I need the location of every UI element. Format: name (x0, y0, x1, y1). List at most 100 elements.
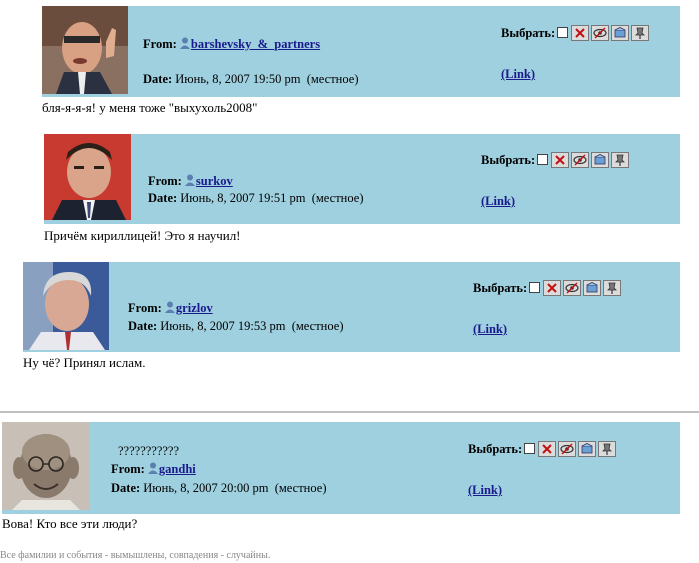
user-name: gandhi (158, 462, 196, 476)
post-date: Date: Июнь, 8, 2007 19:51 pm (местное) (148, 190, 363, 206)
date-label: Date: (128, 319, 158, 333)
from-label: From: (143, 37, 177, 51)
delete-icon (542, 444, 552, 454)
post-message: Вова! Кто все эти люди? (2, 516, 138, 531)
timezone-label: (местное) (274, 481, 327, 495)
post-message: бля-я-я-я! у меня тоже "выхухоль2008" (42, 100, 258, 115)
move-icon (614, 27, 626, 38)
post-header-bar (2, 422, 680, 514)
avatar (23, 262, 109, 350)
delete-button[interactable] (571, 25, 590, 41)
delete-icon (547, 283, 557, 293)
date-value: Июнь, 8, 2007 19:50 pm (175, 72, 301, 86)
delete-button[interactable] (538, 441, 557, 457)
select-label: Выбрать: (473, 281, 528, 295)
post-meta: From: surkov (148, 173, 233, 189)
post-link-block: (Link) (481, 194, 515, 209)
move-button[interactable] (591, 152, 610, 168)
pin-icon (602, 443, 613, 455)
pin-button[interactable] (631, 25, 650, 41)
select-label: Выбрать: (501, 26, 556, 40)
move-button[interactable] (578, 441, 597, 457)
hide-button[interactable] (571, 152, 590, 168)
disclaimer: Все фамилии и события - вымышлены, совпа… (0, 550, 271, 561)
user-link[interactable]: barshevsky_&_partners (179, 37, 321, 51)
timezone-label: (местное) (291, 319, 344, 333)
hide-icon (565, 282, 579, 294)
date-value: Июнь, 8, 2007 20:00 pm (143, 481, 269, 495)
post-link-block: (Link) (473, 322, 507, 337)
select-label: Выбрать: (481, 153, 536, 167)
post-meta: From: gandhi (111, 461, 196, 477)
select-checkbox[interactable] (557, 27, 569, 38)
post-message: Причём кириллицей! Это я научил! (44, 228, 241, 243)
delete-button[interactable] (543, 280, 562, 296)
post-actions: Выбрать: (468, 441, 618, 457)
move-button[interactable] (583, 280, 602, 296)
post-link[interactable]: (Link) (481, 194, 515, 208)
post-date: Date: Июнь, 8, 2007 19:50 pm (местное) (143, 71, 358, 87)
select-checkbox[interactable] (537, 154, 549, 165)
pin-icon (635, 27, 646, 39)
user-link[interactable]: gandhi (147, 462, 196, 476)
select-checkbox[interactable] (529, 282, 541, 293)
post-actions: Выбрать: (481, 152, 631, 168)
post-link-block: (Link) (468, 483, 502, 498)
user-link[interactable]: surkov (184, 174, 233, 188)
post-date: Date: Июнь, 8, 2007 19:53 pm (местное) (128, 318, 343, 334)
divider (0, 411, 699, 413)
from-label: From: (128, 301, 162, 315)
select-checkbox[interactable] (524, 443, 536, 454)
user-name: barshevsky_&_partners (190, 37, 321, 51)
hide-button[interactable] (563, 280, 582, 296)
post-header-bar (44, 134, 680, 224)
hide-icon (593, 27, 607, 39)
select-label: Выбрать: (468, 442, 523, 456)
post-date: Date: Июнь, 8, 2007 20:00 pm (местное) (111, 480, 326, 496)
from-label: From: (148, 174, 182, 188)
post-meta: From: barshevsky_&_partners (143, 36, 320, 52)
delete-icon (575, 28, 585, 38)
user-icon (164, 301, 175, 313)
hide-button[interactable] (558, 441, 577, 457)
extra-text: ??????????? (118, 444, 180, 458)
hide-button[interactable] (591, 25, 610, 41)
date-label: Date: (143, 72, 173, 86)
from-label: From: (111, 462, 145, 476)
hide-icon (573, 154, 587, 166)
move-icon (586, 282, 598, 293)
user-name: grizlov (175, 301, 213, 315)
pin-button[interactable] (611, 152, 630, 168)
timezone-label: (местное) (306, 72, 359, 86)
date-label: Date: (111, 481, 141, 495)
pin-button[interactable] (598, 441, 617, 457)
post-meta: From: grizlov (128, 300, 213, 316)
delete-button[interactable] (551, 152, 570, 168)
date-label: Date: (148, 191, 178, 205)
post-header-bar (42, 6, 680, 97)
user-icon (184, 174, 195, 186)
user-link[interactable]: grizlov (164, 301, 213, 315)
user-icon (147, 462, 158, 474)
post-link[interactable]: (Link) (501, 67, 535, 81)
avatar (2, 422, 90, 510)
post-actions: Выбрать: (473, 280, 623, 296)
pin-icon (607, 282, 618, 294)
post-link[interactable]: (Link) (468, 483, 502, 497)
post-extra: ??????????? (118, 443, 179, 459)
timezone-label: (местное) (311, 191, 364, 205)
move-icon (581, 443, 593, 454)
move-button[interactable] (611, 25, 630, 41)
post-message: Ну чё? Принял ислам. (23, 355, 146, 370)
avatar (42, 6, 128, 94)
post-link-block: (Link) (501, 67, 535, 82)
user-icon (179, 37, 190, 49)
move-icon (594, 154, 606, 165)
post-link[interactable]: (Link) (473, 322, 507, 336)
avatar (44, 134, 131, 220)
pin-icon (615, 154, 626, 166)
delete-icon (555, 155, 565, 165)
pin-button[interactable] (603, 280, 622, 296)
date-value: Июнь, 8, 2007 19:53 pm (160, 319, 286, 333)
post-header-bar (23, 262, 680, 352)
